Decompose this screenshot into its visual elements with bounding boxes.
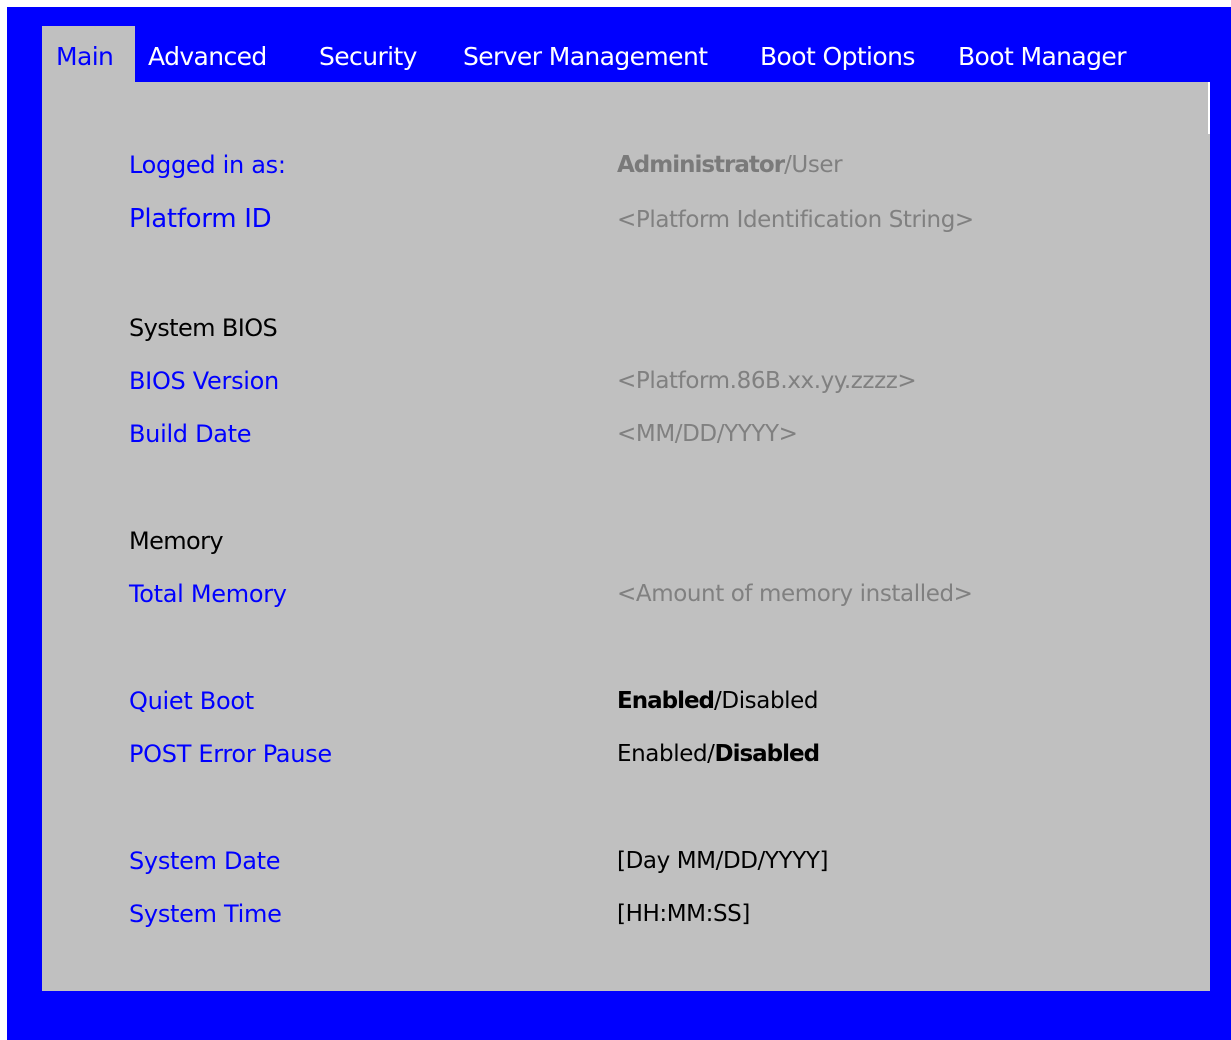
logged-in-as-selected: Administrator [617, 152, 785, 178]
tab-main[interactable]: Main [42, 26, 136, 84]
quiet-boot-label[interactable]: Quiet Boot [129, 687, 254, 715]
memory-header: Memory [129, 527, 224, 555]
platform-id-value: <Platform Identification String> [617, 207, 974, 233]
post-error-pause-value[interactable]: Enabled/Disabled [617, 741, 821, 767]
platform-id-label: Platform ID [129, 204, 272, 234]
logged-in-as-label: Logged in as: [129, 151, 286, 179]
panel-divider [1208, 82, 1210, 134]
total-memory-label: Total Memory [129, 580, 287, 608]
total-memory-value: <Amount of memory installed> [617, 581, 973, 607]
tab-boot-manager[interactable]: Boot Manager [958, 26, 1126, 84]
bios-version-value: <Platform.86B.xx.yy.zzzz> [617, 368, 917, 394]
quiet-boot-value[interactable]: Enabled/Disabled [617, 688, 819, 714]
logged-in-as-rest: /User [784, 152, 843, 178]
system-date-label[interactable]: System Date [129, 847, 281, 875]
build-date-value: <MM/DD/YYYY> [617, 421, 798, 447]
tab-bar: Main Advanced Security Server Management… [42, 26, 1212, 86]
tab-advanced[interactable]: Advanced [148, 26, 267, 84]
post-error-pause-rest: Enabled/ [617, 741, 715, 767]
build-date-label: Build Date [129, 420, 252, 448]
bios-version-label: BIOS Version [129, 367, 279, 395]
tab-security[interactable]: Security [319, 26, 417, 84]
quiet-boot-rest: /Disabled [714, 688, 819, 714]
logged-in-as-value: Administrator/User [617, 152, 843, 178]
tab-boot-options[interactable]: Boot Options [760, 26, 915, 84]
quiet-boot-selected: Enabled [617, 688, 715, 714]
tab-server-management[interactable]: Server Management [463, 26, 708, 84]
post-error-pause-label[interactable]: POST Error Pause [129, 740, 332, 768]
system-time-label[interactable]: System Time [129, 900, 282, 928]
post-error-pause-selected: Disabled [714, 741, 821, 767]
system-time-value[interactable]: [HH:MM:SS] [617, 901, 750, 927]
system-bios-header: System BIOS [129, 314, 278, 342]
system-date-value[interactable]: [Day MM/DD/YYYY] [617, 848, 828, 874]
